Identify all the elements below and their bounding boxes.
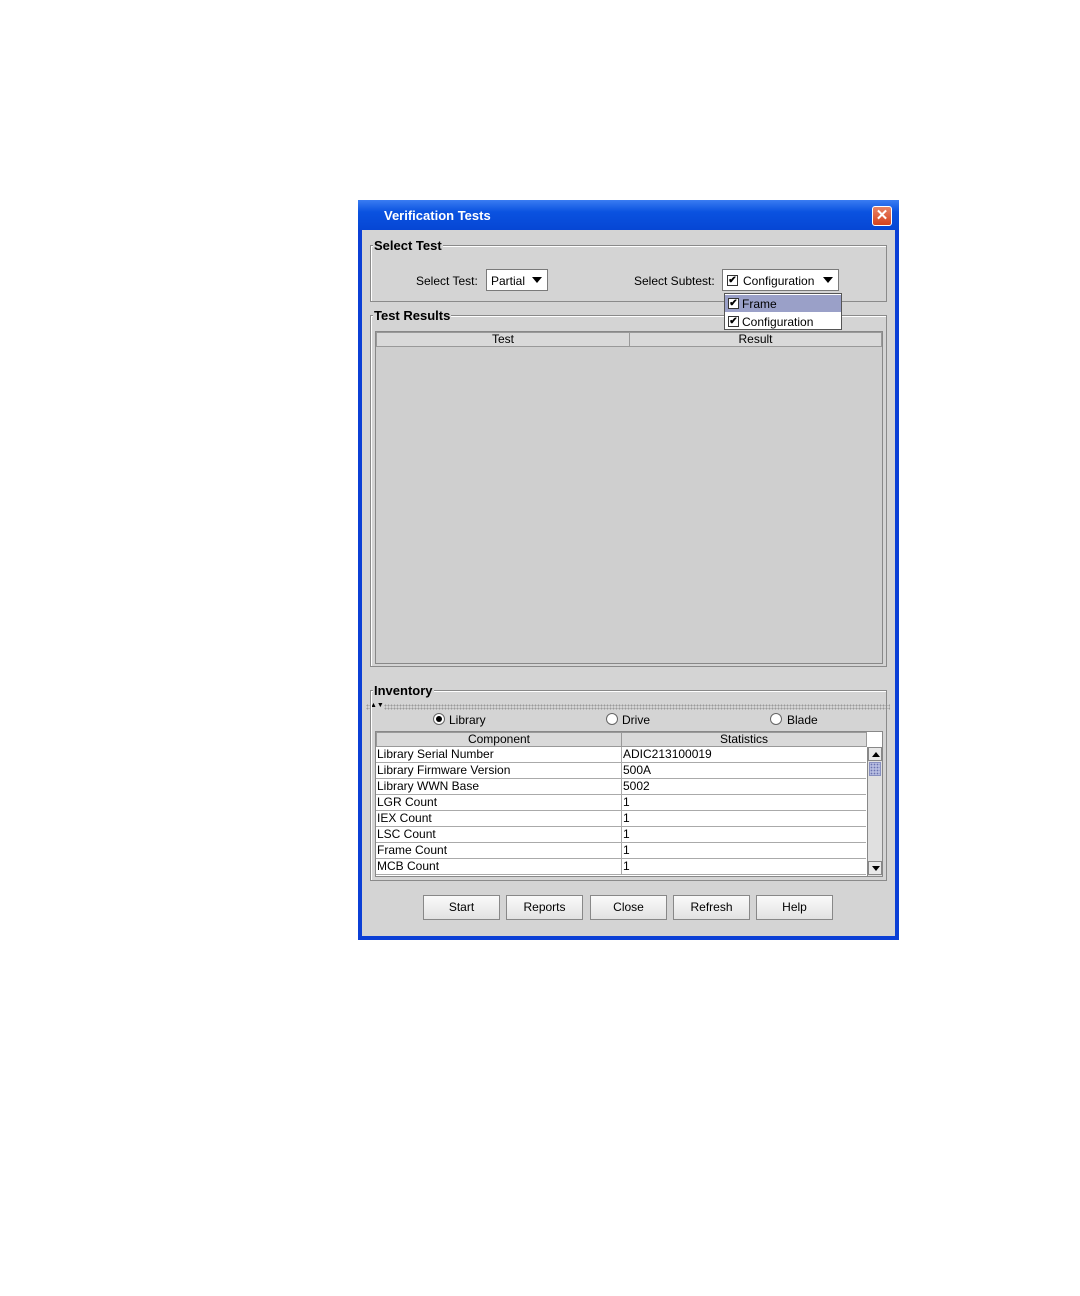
select-subtest-label: Select Subtest: [634,274,715,288]
dropdown-item-configuration[interactable]: ✔ Configuration [725,313,841,330]
chevron-down-icon [532,277,542,283]
radio-library-label[interactable]: Library [449,713,486,727]
inventory-group-title: Inventory [373,683,434,698]
select-subtest-value: Configuration [743,274,815,288]
statistics-cell: 1 [623,844,630,857]
checkbox-checked-icon[interactable]: ✔ [728,298,739,309]
dropdown-item-frame[interactable]: ✔ Frame [725,295,841,312]
select-test-value: Partial [491,274,526,288]
component-cell: IEX Count [377,812,432,825]
radio-blade[interactable] [770,713,782,725]
close-button[interactable]: Close [590,895,667,920]
select-test-combo[interactable]: Partial [486,269,548,291]
select-subtest-combo[interactable]: ✔ Configuration [722,269,839,291]
chevron-down-icon [823,277,833,283]
test-results-group: Test Results Test Result [370,309,887,667]
column-header-statistics[interactable]: Statistics [621,732,867,747]
vertical-scrollbar[interactable] [867,747,882,876]
refresh-button[interactable]: Refresh [673,895,750,920]
radio-library[interactable] [433,713,445,725]
statistics-cell: 500A [623,764,652,777]
close-icon[interactable]: ✕ [872,206,892,226]
column-header-component[interactable]: Component [376,732,622,747]
inventory-table: Component Statistics Library Serial Numb… [375,731,883,877]
test-results-table: Test Result [375,331,883,664]
window-title: Verification Tests [384,208,491,223]
statistics-cell: 1 [623,828,630,841]
help-button[interactable]: Help [756,895,833,920]
arrow-up-icon [872,752,880,757]
dropdown-item-label: Configuration [742,315,814,329]
radio-drive[interactable] [606,713,618,725]
radio-drive-label[interactable]: Drive [622,713,650,727]
test-results-group-title: Test Results [373,308,452,323]
component-cell: Library WWN Base [377,780,480,793]
checkbox-checked-icon: ✔ [727,275,738,286]
component-cell: LGR Count [377,796,438,809]
statistics-cell: 1 [623,812,630,825]
component-cell: Library Firmware Version [377,764,511,777]
statistics-cell: ADIC213100019 [623,748,712,761]
scroll-down-button[interactable] [868,861,882,875]
statistics-cell: 1 [623,860,630,873]
column-header-test[interactable]: Test [376,332,630,347]
verification-tests-window: Verification Tests ✕ Select Test Select … [358,200,899,940]
component-cell: MCB Count [377,860,440,873]
checkbox-checked-icon[interactable]: ✔ [728,316,739,327]
dropdown-item-label: Frame [742,297,777,311]
select-test-group-title: Select Test [373,238,443,253]
reports-button[interactable]: Reports [506,895,583,920]
subtest-dropdown-list: ✔ Frame ✔ Configuration [724,293,842,330]
inventory-group: Inventory Library Drive Blade Component … [370,684,887,881]
radio-blade-label[interactable]: Blade [787,713,818,727]
start-button[interactable]: Start [423,895,500,920]
scroll-thumb[interactable] [869,762,881,776]
arrow-down-icon [872,866,880,871]
column-header-result[interactable]: Result [629,332,882,347]
component-cell: LSC Count [377,828,436,841]
component-cell: Library Serial Number [377,748,494,761]
column-divider [621,747,622,875]
select-test-label: Select Test: [416,274,478,288]
window-client-area: Select Test Select Test: Partial Select … [362,230,895,936]
component-cell: Frame Count [377,844,448,857]
scroll-up-button[interactable] [868,747,882,761]
title-bar[interactable]: Verification Tests ✕ [358,200,899,230]
statistics-cell: 5002 [623,780,650,793]
statistics-cell: 1 [623,796,630,809]
